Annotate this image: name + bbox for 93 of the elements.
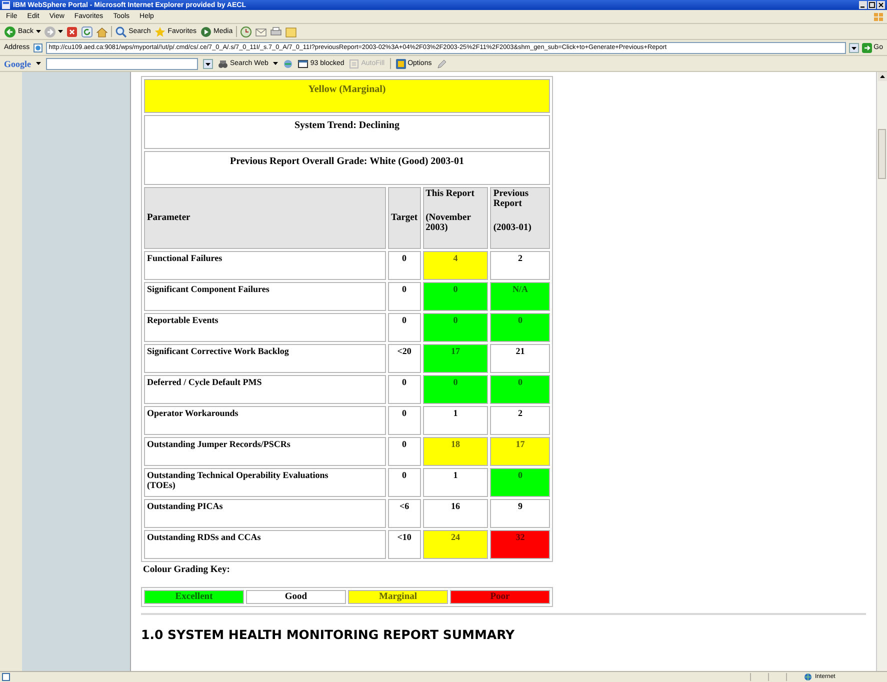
form-icon bbox=[349, 58, 360, 68]
star-icon bbox=[154, 26, 166, 38]
media-icon bbox=[200, 26, 212, 38]
target-cell: <20 bbox=[388, 344, 421, 373]
google-menu-button[interactable]: Google bbox=[4, 58, 31, 68]
dropdown-caret-icon bbox=[36, 62, 41, 66]
system-trend-text: System Trend: Declining bbox=[144, 115, 550, 149]
printer-icon bbox=[270, 26, 282, 38]
parameter-cell: Deferred / Cycle Default PMS bbox=[144, 375, 386, 404]
value-cell: 0 bbox=[490, 313, 550, 342]
target-cell: 0 bbox=[388, 375, 421, 404]
dropdown-caret-icon bbox=[273, 62, 278, 66]
target-cell: 0 bbox=[388, 468, 421, 497]
overall-grade-banner: Yellow (Marginal) bbox=[144, 79, 550, 113]
grade-key-cell: Poor bbox=[450, 590, 550, 604]
stop-button[interactable] bbox=[66, 26, 78, 38]
page-icon bbox=[2, 673, 10, 681]
scrollbar-thumb[interactable] bbox=[878, 129, 886, 179]
parameter-cell: Operator Workarounds bbox=[144, 406, 386, 435]
value-cell: 2 bbox=[490, 251, 550, 280]
page-icon bbox=[32, 42, 43, 52]
target-cell: <6 bbox=[388, 499, 421, 528]
grade-key-cell: Excellent bbox=[144, 590, 244, 604]
header-sublabel: (2003-01) bbox=[493, 223, 532, 233]
value-cell: 24 bbox=[422, 530, 488, 559]
parameter-cell: Reportable Events bbox=[144, 313, 386, 342]
target-cell: 0 bbox=[388, 437, 421, 466]
dropdown-caret-icon bbox=[36, 30, 41, 34]
home-icon bbox=[96, 26, 108, 38]
header-label: Previous Report bbox=[493, 189, 529, 209]
target-cell: 0 bbox=[388, 282, 421, 311]
grade-key-cell: Marginal bbox=[348, 590, 448, 604]
value-cell: 1 bbox=[422, 468, 488, 497]
previous-grade-text: Previous Report Overall Grade: White (Good) 2003-01 bbox=[144, 151, 550, 185]
home-button[interactable] bbox=[96, 26, 108, 38]
go-arrow-icon bbox=[862, 42, 872, 52]
value-cell: 0 bbox=[422, 375, 488, 404]
value-cell: 9 bbox=[490, 499, 550, 528]
edit-button[interactable] bbox=[284, 26, 297, 38]
options-icon bbox=[396, 58, 406, 68]
windows-flag-icon bbox=[874, 12, 883, 21]
parameter-cell: Outstanding PICAs bbox=[144, 499, 386, 528]
parameter-cell: Outstanding Technical Operability Evaluations (TOEs) bbox=[144, 468, 386, 497]
history-button[interactable] bbox=[240, 26, 252, 38]
parameter-cell: Outstanding RDSs and CCAs bbox=[144, 530, 386, 559]
value-cell: 4 bbox=[422, 251, 488, 280]
edit-icon bbox=[284, 26, 297, 38]
value-cell: 0 bbox=[490, 375, 550, 404]
binoculars-icon bbox=[218, 58, 228, 68]
table-header-cell: Parameter bbox=[144, 187, 386, 249]
value-cell: 18 bbox=[422, 437, 488, 466]
parameter-cell: Functional Failures bbox=[144, 251, 386, 280]
value-cell: 0 bbox=[422, 282, 488, 311]
forward-arrow-icon bbox=[44, 26, 56, 38]
key-label: Colour Grading Key: bbox=[142, 564, 231, 577]
dropdown-caret-icon bbox=[58, 30, 63, 34]
search-field[interactable] bbox=[46, 58, 198, 70]
pencil-icon bbox=[436, 58, 447, 68]
header-label: This Report bbox=[426, 189, 474, 199]
refresh-icon bbox=[80, 26, 93, 38]
history-icon bbox=[240, 26, 252, 38]
parameter-cell: Significant Component Failures bbox=[144, 282, 386, 311]
stop-icon bbox=[66, 26, 78, 38]
value-cell: 1 bbox=[422, 406, 488, 435]
target-cell: 0 bbox=[388, 313, 421, 342]
pagerank-icon bbox=[283, 58, 294, 68]
value-cell: 16 bbox=[422, 499, 488, 528]
table-header-cell: Target bbox=[388, 187, 421, 249]
target-cell: <10 bbox=[388, 530, 421, 559]
window-icon bbox=[2, 1, 10, 9]
search-icon bbox=[114, 26, 127, 38]
value-cell: N/A bbox=[490, 282, 550, 311]
globe-icon bbox=[804, 673, 812, 681]
target-cell: 0 bbox=[388, 251, 421, 280]
section-heading: 1.0 SYSTEM HEALTH MONITORING REPORT SUMMARY bbox=[141, 627, 516, 642]
header-sublabel: (November 2003) bbox=[426, 213, 472, 233]
value-cell: 0 bbox=[422, 313, 488, 342]
value-cell: 17 bbox=[422, 344, 488, 373]
grade-key-cell: Good bbox=[246, 590, 346, 604]
refresh-button[interactable] bbox=[80, 26, 93, 38]
mail-button[interactable] bbox=[254, 26, 267, 38]
back-arrow-icon bbox=[4, 26, 16, 38]
target-cell: 0 bbox=[388, 406, 421, 435]
parameter-cell: Significant Corrective Work Backlog bbox=[144, 344, 386, 373]
printer-button[interactable] bbox=[270, 26, 282, 38]
value-cell: 17 bbox=[490, 437, 550, 466]
popup-window-icon bbox=[298, 58, 308, 68]
parameter-cell: Outstanding Jumper Records/PSCRs bbox=[144, 437, 386, 466]
value-cell: 21 bbox=[490, 344, 550, 373]
value-cell: 0 bbox=[490, 468, 550, 497]
value-cell: 2 bbox=[490, 406, 550, 435]
value-cell: 32 bbox=[490, 530, 550, 559]
forward-arrow-button[interactable] bbox=[44, 26, 63, 38]
